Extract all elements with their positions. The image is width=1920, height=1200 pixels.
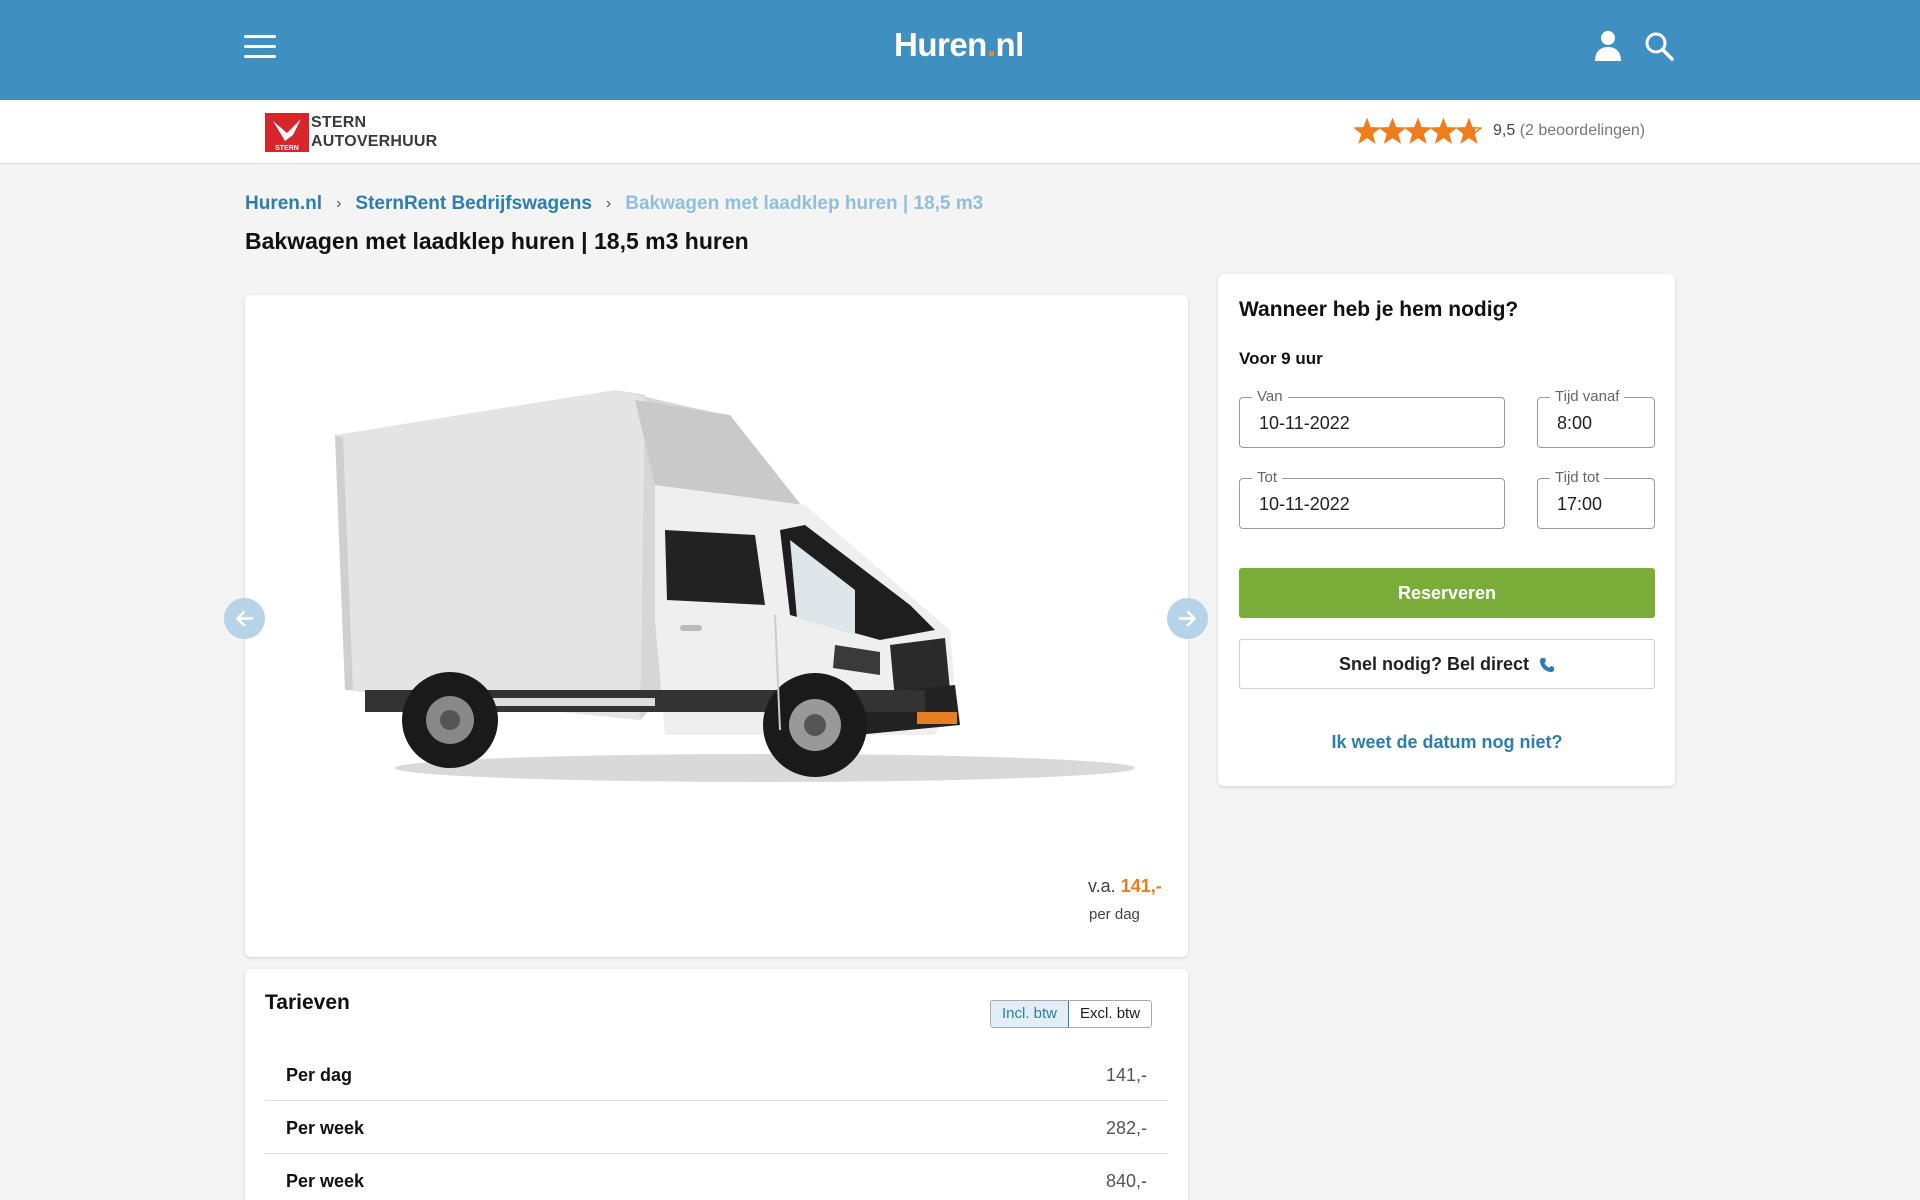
vendor-logo[interactable]: STERN [265, 113, 309, 152]
page-title: Bakwagen met laadklep huren | 18,5 m3 hu… [245, 228, 749, 254]
chevron-right-icon: › [605, 195, 612, 212]
price-prefix: v.a. [1088, 876, 1116, 896]
rate-value: 282,- [1105, 1118, 1147, 1138]
star-icon [1354, 118, 1381, 144]
gallery-next-button[interactable] [1167, 598, 1208, 639]
date-from-field[interactable]: Van 10-11-2022 [1239, 388, 1505, 448]
rate-label: Per week [286, 1118, 365, 1138]
rate-row: Per dag 141,- [265, 1048, 1168, 1101]
booking-duration: Voor 9 uur [1239, 349, 1323, 368]
arrow-left-icon [236, 610, 254, 627]
price-value: 141,- [1120, 876, 1162, 896]
rate-row: Per week 282,- [265, 1101, 1168, 1154]
rate-value: 840,- [1105, 1171, 1147, 1191]
rate-label: Per week [286, 1171, 365, 1191]
rating-text[interactable]: 9,5 (2 beoordelingen) [1493, 122, 1645, 140]
date-to-label: Tot [1252, 469, 1283, 486]
vat-toggle: Incl. btw Excl. btw [990, 1000, 1153, 1028]
date-to-value: 10-11-2022 [1259, 494, 1350, 514]
price-from: v.a. 141,- [1088, 876, 1162, 897]
rating-stars[interactable] [1354, 118, 1482, 146]
rating-score: 9,5 [1493, 122, 1516, 139]
breadcrumb: Huren.nl › SternRent Bedrijfswagens › Ba… [245, 193, 983, 215]
rate-value: 141,- [1105, 1065, 1147, 1085]
time-from-value: 8:00 [1557, 413, 1593, 433]
time-to-field[interactable]: Tijd tot 17:00 [1537, 469, 1655, 529]
search-icon[interactable] [1644, 31, 1674, 61]
time-from-label: Tijd vanaf [1550, 388, 1625, 405]
reserve-button[interactable]: Reserveren [1239, 568, 1655, 618]
phone-icon [1540, 658, 1555, 673]
star-icon [1455, 118, 1482, 144]
star-icon [1378, 118, 1407, 144]
unknown-date-link[interactable]: Ik weet de datum nog niet? [1239, 732, 1655, 753]
date-to-field[interactable]: Tot 10-11-2022 [1239, 469, 1505, 529]
vendor-logo-text: STERN [275, 145, 299, 152]
breadcrumb-category[interactable]: SternRent Bedrijfswagens [355, 193, 592, 215]
booking-title: Wanneer heb je hem nodig? [1239, 298, 1519, 321]
vendor-name-line2: AUTOVERHUUR [311, 133, 438, 150]
logo-main: Huren [894, 26, 987, 63]
call-button[interactable]: Snel nodig? Bel direct [1239, 639, 1655, 689]
price-unit: per dag [1089, 906, 1140, 923]
time-from-field[interactable]: Tijd vanaf 8:00 [1537, 388, 1655, 448]
star-icon [1429, 118, 1458, 144]
truck-image[interactable] [335, 390, 1135, 790]
time-to-value: 17:00 [1557, 494, 1603, 514]
logo-dot: . [986, 26, 996, 63]
date-from-value: 10-11-2022 [1259, 413, 1350, 433]
gallery-prev-button[interactable] [224, 598, 265, 639]
rating-count: (2 beoordelingen) [1519, 122, 1646, 139]
vendor-name-line1: STERN [311, 114, 367, 131]
breadcrumb-current[interactable]: Bakwagen met laadklep huren | 18,5 m3 [625, 193, 983, 215]
rate-row: Per week 840,- [265, 1154, 1168, 1200]
arrow-right-icon [1178, 610, 1196, 627]
date-from-label: Van [1252, 388, 1288, 405]
image-gallery [245, 295, 1188, 957]
call-button-label: Snel nodig? Bel direct [1338, 654, 1530, 674]
vat-incl-option[interactable]: Incl. btw [991, 1001, 1070, 1027]
site-logo[interactable]: Huren.nl [894, 26, 1024, 64]
logo-tld: nl [995, 26, 1025, 63]
vendor-name[interactable]: STERN AUTOVERHUUR [311, 113, 437, 151]
vat-excl-option[interactable]: Excl. btw [1069, 1001, 1152, 1027]
chevron-right-icon: › [336, 195, 342, 212]
breadcrumb-home[interactable]: Huren.nl [245, 193, 322, 215]
user-icon[interactable] [1594, 30, 1622, 62]
star-icon [1404, 118, 1432, 144]
hamburger-menu-icon[interactable] [244, 35, 276, 59]
rates-title: Tarieven [265, 991, 350, 1014]
rate-label: Per dag [286, 1065, 353, 1085]
time-to-label: Tijd tot [1550, 469, 1605, 486]
